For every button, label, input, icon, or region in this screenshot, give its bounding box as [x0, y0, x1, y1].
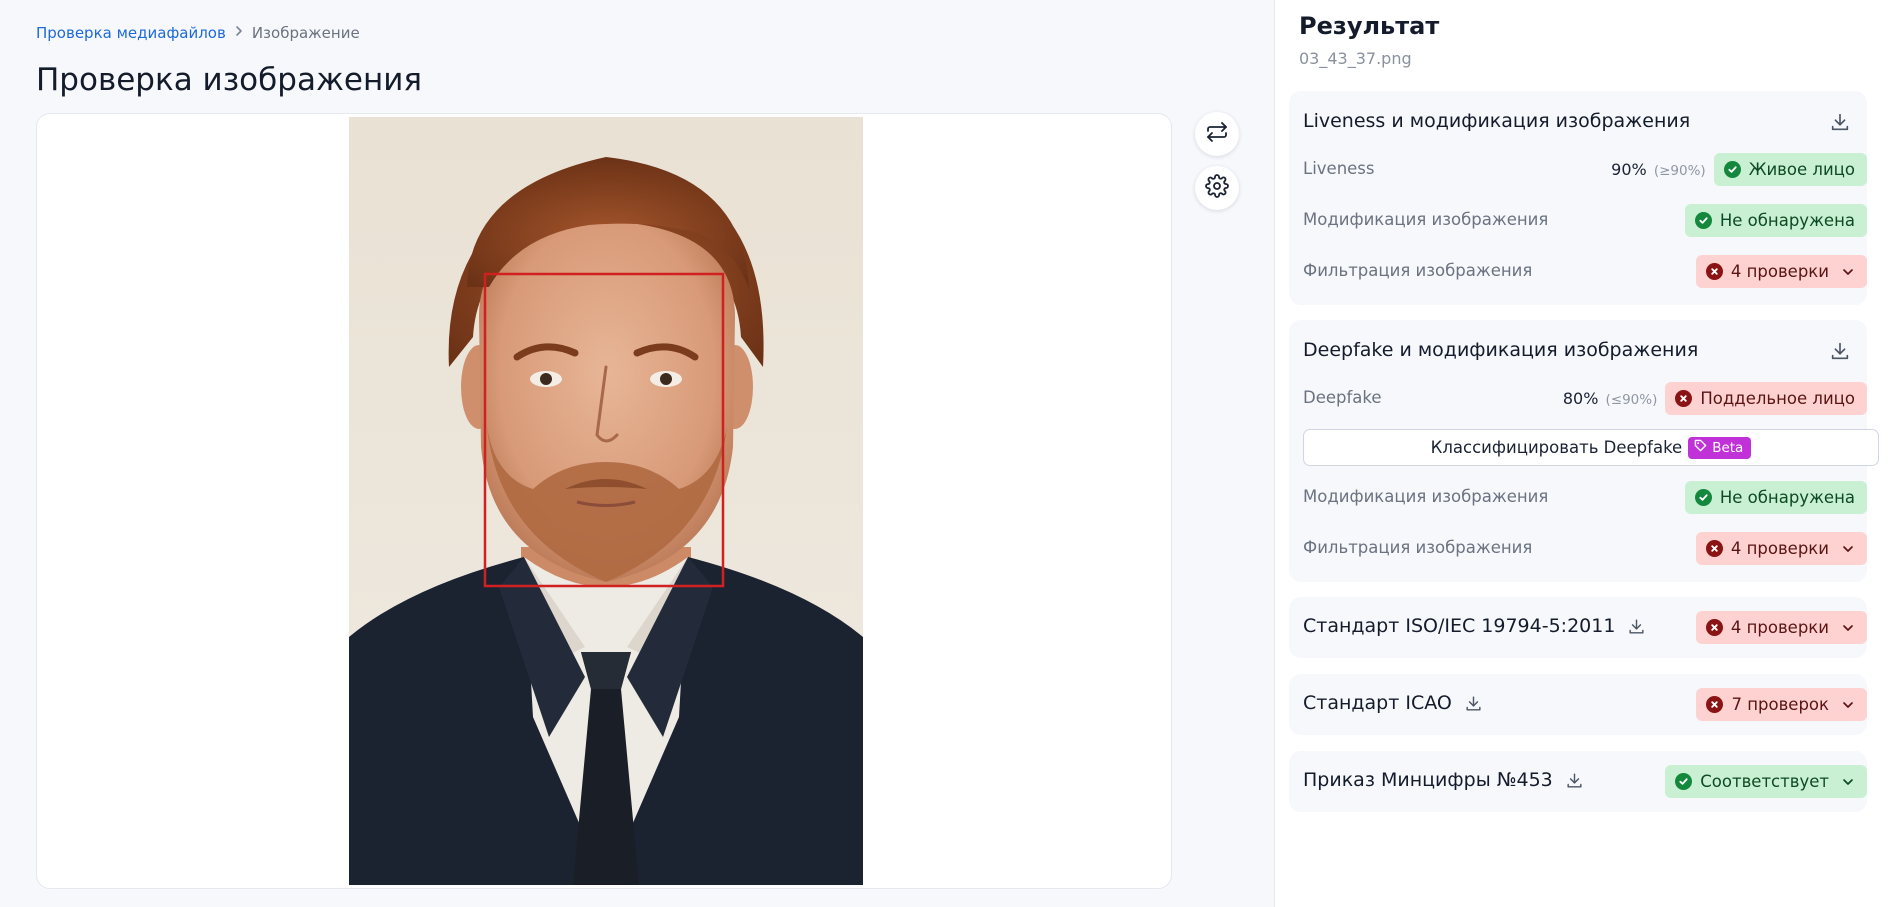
modification-result: Не обнаружена [1684, 204, 1867, 237]
iso-result: 4 проверки [1695, 611, 1867, 644]
chevron-down-icon [1841, 542, 1855, 556]
check-circle-icon [1694, 212, 1712, 229]
filtration-result: 4 проверки [1695, 532, 1867, 565]
deepfake-score: 80% (≤90%) [1562, 389, 1658, 408]
chevron-down-icon [1841, 621, 1855, 635]
modification-result: Не обнаружена [1684, 481, 1867, 514]
download-icon[interactable] [1829, 340, 1851, 362]
classify-deepfake-label: Классифицировать Deepfake [1430, 438, 1683, 457]
result-panel: Результат 03_43_37.png Liveness и модифи… [1274, 0, 1901, 907]
status-badge: Поддельное лицо [1665, 382, 1867, 415]
page-title: Проверка изображения [36, 62, 423, 98]
icao-standard-card: Стандарт ICAO 7 проверок [1289, 674, 1867, 735]
icao-standard-title: Стандарт ICAO [1303, 692, 1483, 714]
liveness-score: 90% (≥90%) [1611, 160, 1706, 179]
deepfake-result: 80% (≤90%) Поддельное лицо [1563, 382, 1867, 415]
status-badge: Не обнаружена [1684, 481, 1867, 514]
x-circle-icon [1705, 263, 1723, 280]
main-area: Проверка медиафайлов Изображение Проверк… [0, 0, 1274, 907]
deepfake-card: Deepfake и модификация изображения Deepf… [1289, 320, 1879, 582]
liveness-result: 90% (≥90%) Живое лицо [1611, 153, 1867, 186]
modification-label: Модификация изображения [1303, 487, 1549, 506]
status-badge: Живое лицо [1713, 153, 1867, 186]
download-icon[interactable] [1627, 617, 1646, 636]
x-circle-icon [1675, 390, 1693, 407]
download-icon[interactable] [1464, 694, 1483, 713]
breadcrumb-current: Изображение [251, 24, 360, 42]
status-badge: Не обнаружена [1684, 204, 1867, 237]
iso-standard-card: Стандарт ISO/IEC 19794-5:2011 4 проверки [1289, 597, 1867, 658]
filtration-label: Фильтрация изображения [1303, 538, 1533, 557]
x-circle-icon [1705, 540, 1723, 557]
filtration-label: Фильтрация изображения [1303, 261, 1533, 280]
chevron-down-icon [1841, 265, 1855, 279]
filtration-result: 4 проверки [1695, 255, 1867, 288]
filtration-checks-dropdown[interactable]: 4 проверки [1695, 532, 1867, 565]
liveness-card-title: Liveness и модификация изображения [1303, 110, 1691, 132]
iso-standard-title: Стандарт ISO/IEC 19794-5:2011 [1303, 615, 1646, 637]
icao-checks-dropdown[interactable]: 7 проверок [1696, 688, 1867, 721]
mincifry-order-title: Приказ Минцифры №453 [1303, 769, 1584, 791]
filtration-checks-dropdown[interactable]: 4 проверки [1695, 255, 1867, 288]
download-icon[interactable] [1829, 111, 1851, 133]
liveness-card: Liveness и модификация изображения Liven… [1289, 91, 1867, 305]
result-title: Результат [1299, 12, 1440, 40]
deepfake-card-title: Deepfake и модификация изображения [1303, 339, 1699, 361]
result-filename: 03_43_37.png [1299, 49, 1412, 68]
liveness-label: Liveness [1303, 159, 1375, 178]
beta-badge: Beta [1688, 436, 1752, 459]
portrait-photo [349, 117, 863, 885]
chevron-right-icon [234, 25, 244, 41]
check-circle-icon [1694, 489, 1712, 506]
x-circle-icon [1705, 619, 1723, 636]
mincifry-order-card: Приказ Минцифры №453 Соответствует [1289, 751, 1867, 812]
icao-result: 7 проверок [1696, 688, 1867, 721]
breadcrumb: Проверка медиафайлов Изображение [36, 24, 360, 42]
mincifry-checks-dropdown[interactable]: Соответствует [1665, 765, 1867, 798]
check-circle-icon [1675, 773, 1693, 790]
gear-icon [1205, 174, 1229, 202]
classify-deepfake-button[interactable]: Классифицировать Deepfake Beta [1303, 429, 1879, 466]
deepfake-label: Deepfake [1303, 388, 1382, 407]
chevron-down-icon [1841, 775, 1855, 789]
download-icon[interactable] [1565, 771, 1584, 790]
chevron-down-icon [1841, 698, 1855, 712]
swap-button[interactable] [1195, 112, 1239, 156]
swap-icon [1205, 120, 1229, 148]
breadcrumb-media-check-link[interactable]: Проверка медиафайлов [36, 24, 226, 42]
iso-checks-dropdown[interactable]: 4 проверки [1695, 611, 1867, 644]
check-circle-icon [1723, 161, 1741, 178]
image-viewer [36, 113, 1172, 889]
x-circle-icon [1706, 696, 1724, 713]
settings-button[interactable] [1195, 166, 1239, 210]
modification-label: Модификация изображения [1303, 210, 1549, 229]
mincifry-result: Соответствует [1665, 765, 1867, 798]
tag-icon [1694, 439, 1707, 456]
